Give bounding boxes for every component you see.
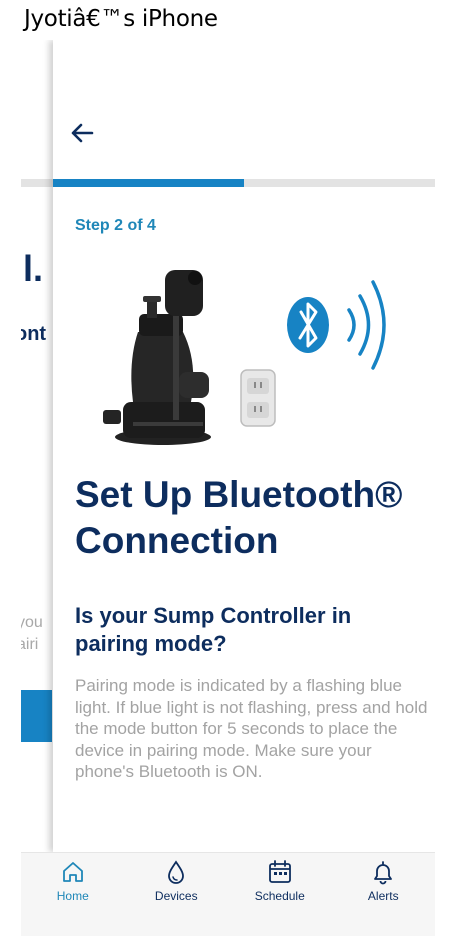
tab-schedule-label: Schedule — [254, 889, 305, 903]
previous-primary-button — [21, 690, 52, 742]
home-icon — [62, 862, 83, 882]
tab-alerts[interactable]: Alerts — [332, 853, 436, 936]
bluetooth-icon — [287, 297, 329, 353]
device-title: Jyotiâ€™s iPhone — [24, 6, 218, 32]
tab-alerts-label: Alerts — [367, 889, 399, 903]
signal-waves-icon — [347, 280, 386, 370]
pairing-question: Is your Sump Controller in pairing mode? — [75, 603, 352, 656]
bell-icon — [374, 861, 393, 885]
page-title: Set Up Bluetooth® Connection — [75, 474, 403, 561]
tab-home[interactable]: Home — [21, 853, 125, 936]
droplet-icon — [168, 860, 185, 884]
previous-body: you airi — [21, 612, 43, 656]
setup-step-card: Step 2 of 4 Set Up Bluetooth® Connection… — [53, 40, 435, 852]
pairing-description: Pairing mode is indicated by a flashing … — [75, 676, 428, 782]
step-label: Step 2 of 4 — [75, 217, 156, 234]
progress-fill — [53, 179, 244, 187]
tab-devices[interactable]: Devices — [125, 853, 229, 936]
sump-pump-image — [103, 270, 211, 445]
tab-home-label: Home — [56, 889, 89, 903]
previous-heading: ll. — [21, 248, 44, 289]
outlet-controller-image — [240, 369, 276, 427]
back-button[interactable] — [67, 118, 97, 148]
previous-subheading: ont — [21, 323, 47, 345]
setup-illustration — [103, 270, 386, 445]
bottom-tab-bar: Home Devices Schedule Alerts — [21, 852, 435, 936]
arrow-left-icon — [71, 123, 94, 143]
tab-devices-label: Devices — [154, 889, 198, 903]
app-frame: ll. ont you airi Step 2 of 4 — [21, 40, 435, 936]
previous-body-line: you — [21, 614, 43, 631]
calendar-icon — [268, 860, 291, 883]
tab-schedule[interactable]: Schedule — [228, 853, 332, 936]
previous-body-line: airi — [21, 636, 39, 653]
progress-track — [53, 179, 435, 187]
